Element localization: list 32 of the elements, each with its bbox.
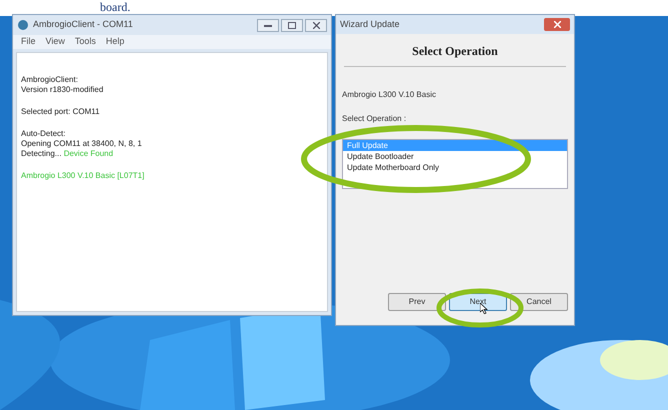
caption-text: board. (100, 0, 130, 14)
window-title: Wizard Update (340, 18, 400, 31)
wizard-heading: Select Operation (412, 43, 498, 60)
close-button[interactable] (305, 18, 327, 32)
wizard-button[interactable]: Cancel (510, 293, 568, 311)
menu-item[interactable]: View (46, 35, 65, 49)
maximize-button[interactable] (281, 18, 303, 32)
menu-item[interactable]: File (21, 35, 36, 49)
operation-item[interactable]: Update Motherboard Only (343, 162, 567, 173)
maximize-icon (288, 22, 296, 28)
device-label: Ambrogio L300 V.10 Basic (342, 89, 437, 101)
close-button[interactable] (544, 18, 570, 31)
close-icon (554, 21, 560, 28)
log-text: Device Found (64, 149, 114, 158)
log-text: Selected port: COM11 (21, 107, 100, 116)
log-text: AmbrogioClient: (21, 75, 78, 84)
log-text: Auto-Detect: (21, 129, 66, 138)
wizard-button[interactable]: Prev (388, 293, 446, 311)
menu-item[interactable]: Help (106, 35, 124, 49)
log-text: Detecting... (21, 149, 62, 158)
window-title: AmbrogioClient - COM11 (33, 18, 133, 32)
app-icon (17, 19, 29, 31)
log-text: Version r1830-modified (21, 85, 104, 94)
log-text: Opening COM11 at 38400, N, 8, 1 (21, 139, 142, 148)
close-icon (312, 22, 320, 28)
log-text: Ambrogio L300 V.10 Basic [L07T1] (21, 171, 144, 180)
menu-item[interactable]: Tools (74, 35, 96, 49)
cursor-icon (480, 303, 488, 314)
minimize-button[interactable] (257, 18, 279, 32)
operation-item[interactable]: Update Bootloader (343, 151, 567, 162)
list-label: Select Operation : (342, 113, 408, 125)
minimize-icon (264, 23, 272, 27)
